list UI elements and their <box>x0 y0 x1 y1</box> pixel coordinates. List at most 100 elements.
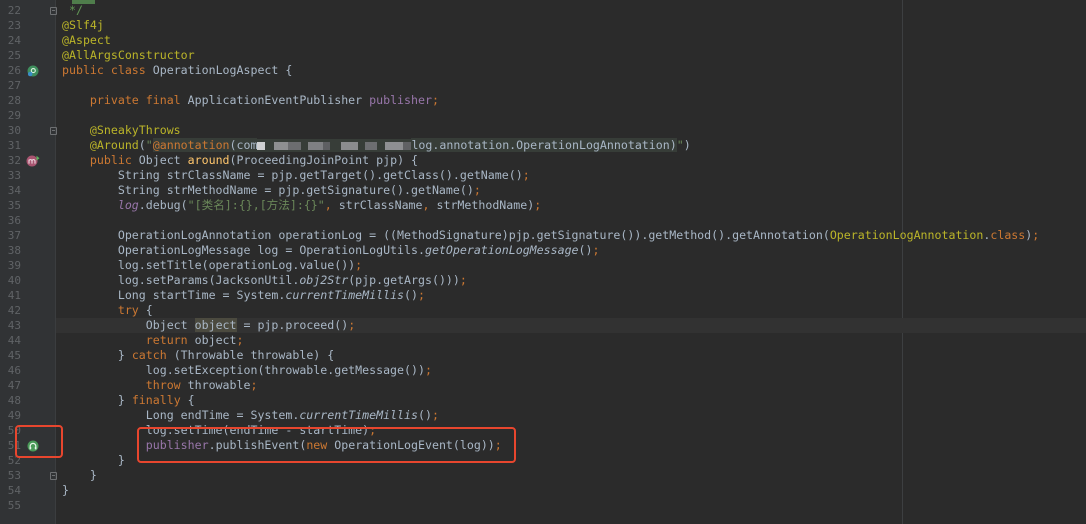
line-number[interactable]: 43 <box>0 318 22 333</box>
line-number[interactable]: 23 <box>0 18 22 33</box>
line-number[interactable]: 50 <box>0 423 22 438</box>
line-number[interactable]: 52 <box>0 453 22 468</box>
line-number[interactable]: 53 <box>0 468 22 483</box>
advice-icon[interactable] <box>26 154 40 168</box>
code-line[interactable]: 32 public Object around(ProceedingJoinPo… <box>0 153 1086 168</box>
gutter-icon-slot[interactable] <box>22 153 44 168</box>
code-line[interactable]: 49 Long endTime = System.currentTimeMill… <box>0 408 1086 423</box>
line-number[interactable]: 41 <box>0 288 22 303</box>
line-number[interactable]: 35 <box>0 198 22 213</box>
code-content[interactable]: @Around("@annotation(com log.annotation.O… <box>62 138 691 153</box>
line-number[interactable]: 45 <box>0 348 22 363</box>
line-number[interactable]: 26 <box>0 63 22 78</box>
code-line[interactable]: 25 @AllArgsConstructor <box>0 48 1086 63</box>
code-line[interactable]: 37 OperationLogAnnotation operationLog =… <box>0 228 1086 243</box>
line-number[interactable]: 25 <box>0 48 22 63</box>
code-line[interactable]: 41 Long startTime = System.currentTimeMi… <box>0 288 1086 303</box>
aspect-icon[interactable] <box>26 64 40 78</box>
line-number[interactable]: 38 <box>0 243 22 258</box>
line-number[interactable]: 30 <box>0 123 22 138</box>
code-line[interactable]: 46 log.setException(throwable.getMessage… <box>0 363 1086 378</box>
line-number[interactable]: 42 <box>0 303 22 318</box>
fold-slot[interactable] <box>44 3 62 18</box>
code-content[interactable]: Long endTime = System.currentTimeMillis(… <box>62 408 439 423</box>
line-number[interactable]: 29 <box>0 108 22 123</box>
line-number[interactable]: 55 <box>0 498 22 513</box>
gutter-icon-slot[interactable] <box>22 63 44 78</box>
code-line[interactable]: 52 } <box>0 453 1086 468</box>
line-number[interactable]: 27 <box>0 78 22 93</box>
line-number[interactable]: 46 <box>0 363 22 378</box>
code-line[interactable]: 24 @Aspect <box>0 33 1086 48</box>
code-line[interactable]: 42 try { <box>0 303 1086 318</box>
code-line[interactable]: 45 } catch (Throwable throwable) { <box>0 348 1086 363</box>
code-content[interactable]: String strClassName = pjp.getTarget().ge… <box>62 168 530 183</box>
line-number[interactable]: 36 <box>0 213 22 228</box>
line-number[interactable]: 33 <box>0 168 22 183</box>
code-lines[interactable]: 22 */23 @Slf4j 24 @Aspect 25 @AllArgsConstruc… <box>0 3 1086 513</box>
code-line[interactable]: 31 @Around("@annotation(com log.annotatio… <box>0 138 1086 153</box>
code-content[interactable]: */ <box>62 3 83 18</box>
line-number[interactable]: 44 <box>0 333 22 348</box>
code-line[interactable]: 39 log.setTitle(operationLog.value()); <box>0 258 1086 273</box>
line-number[interactable]: 24 <box>0 33 22 48</box>
code-content[interactable]: public Object around(ProceedingJoinPoint… <box>62 153 418 168</box>
code-line[interactable]: 34 String strMethodName = pjp.getSignatu… <box>0 183 1086 198</box>
code-content[interactable]: } <box>62 453 125 468</box>
line-number[interactable]: 39 <box>0 258 22 273</box>
gutter-icon-slot[interactable] <box>22 438 44 453</box>
code-content[interactable]: @AllArgsConstructor <box>62 48 195 63</box>
line-number[interactable]: 31 <box>0 138 22 153</box>
line-number[interactable]: 34 <box>0 183 22 198</box>
line-number[interactable]: 32 <box>0 153 22 168</box>
code-content[interactable]: OperationLogAnnotation operationLog = ((… <box>62 228 1039 243</box>
code-content[interactable]: log.debug("[类名]:{},[方法]:{}", strClassNam… <box>62 198 541 213</box>
code-content[interactable]: try { <box>62 303 153 318</box>
code-line[interactable]: 50 log.setTime(endTime - startTime); <box>0 423 1086 438</box>
code-content[interactable]: @SneakyThrows <box>62 123 181 138</box>
code-content[interactable]: OperationLogMessage log = OperationLogUt… <box>62 243 600 258</box>
code-content[interactable]: return object; <box>62 333 244 348</box>
code-line[interactable]: 51 publisher.publishEvent(new OperationL… <box>0 438 1086 453</box>
code-line[interactable]: 40 log.setParams(JacksonUtil.obj2Str(pjp… <box>0 273 1086 288</box>
line-number[interactable]: 40 <box>0 273 22 288</box>
code-content[interactable]: log.setTime(endTime - startTime); <box>62 423 376 438</box>
code-content[interactable]: } finally { <box>62 393 195 408</box>
fold-end-icon[interactable] <box>49 6 57 15</box>
code-line[interactable]: 38 OperationLogMessage log = OperationLo… <box>0 243 1086 258</box>
code-line[interactable]: 48 } finally { <box>0 393 1086 408</box>
line-number[interactable]: 49 <box>0 408 22 423</box>
code-content[interactable]: @Aspect <box>62 33 111 48</box>
code-content[interactable]: } <box>62 483 69 498</box>
fold-start-icon[interactable] <box>49 126 57 135</box>
code-content[interactable]: String strMethodName = pjp.getSignature(… <box>62 183 481 198</box>
event-publisher-icon[interactable] <box>26 439 40 453</box>
code-line[interactable]: 30 @SneakyThrows <box>0 123 1086 138</box>
line-number[interactable]: 37 <box>0 228 22 243</box>
code-content[interactable]: Long startTime = System.currentTimeMilli… <box>62 288 425 303</box>
code-content[interactable]: log.setException(throwable.getMessage())… <box>62 363 432 378</box>
code-editor[interactable]: 22 */23 @Slf4j 24 @Aspect 25 @AllArgsConstruc… <box>0 0 1086 524</box>
code-line[interactable]: 35 log.debug("[类名]:{},[方法]:{}", strClass… <box>0 198 1086 213</box>
code-line[interactable]: 27 <box>0 78 1086 93</box>
code-line[interactable]: 23 @Slf4j <box>0 18 1086 33</box>
code-line[interactable]: 53 } <box>0 468 1086 483</box>
line-number[interactable]: 22 <box>0 3 22 18</box>
line-number[interactable]: 54 <box>0 483 22 498</box>
code-line[interactable]: 22 */ <box>0 3 1086 18</box>
line-number[interactable]: 28 <box>0 93 22 108</box>
code-content[interactable]: } catch (Throwable throwable) { <box>62 348 334 363</box>
code-line[interactable]: 28 private final ApplicationEventPublish… <box>0 93 1086 108</box>
code-line[interactable]: 44 return object; <box>0 333 1086 348</box>
code-content[interactable]: public class OperationLogAspect { <box>62 63 292 78</box>
line-number[interactable]: 48 <box>0 393 22 408</box>
code-content[interactable]: private final ApplicationEventPublisher … <box>62 93 439 108</box>
code-content[interactable]: log.setTitle(operationLog.value()); <box>62 258 362 273</box>
fold-slot[interactable] <box>44 468 62 483</box>
code-line[interactable]: 43 Object object = pjp.proceed(); <box>0 318 1086 333</box>
code-content[interactable]: } <box>62 468 97 483</box>
code-line[interactable]: 33 String strClassName = pjp.getTarget()… <box>0 168 1086 183</box>
code-content[interactable]: @Slf4j <box>62 18 104 33</box>
code-line[interactable]: 36 <box>0 213 1086 228</box>
code-content[interactable]: log.setParams(JacksonUtil.obj2Str(pjp.ge… <box>62 273 467 288</box>
